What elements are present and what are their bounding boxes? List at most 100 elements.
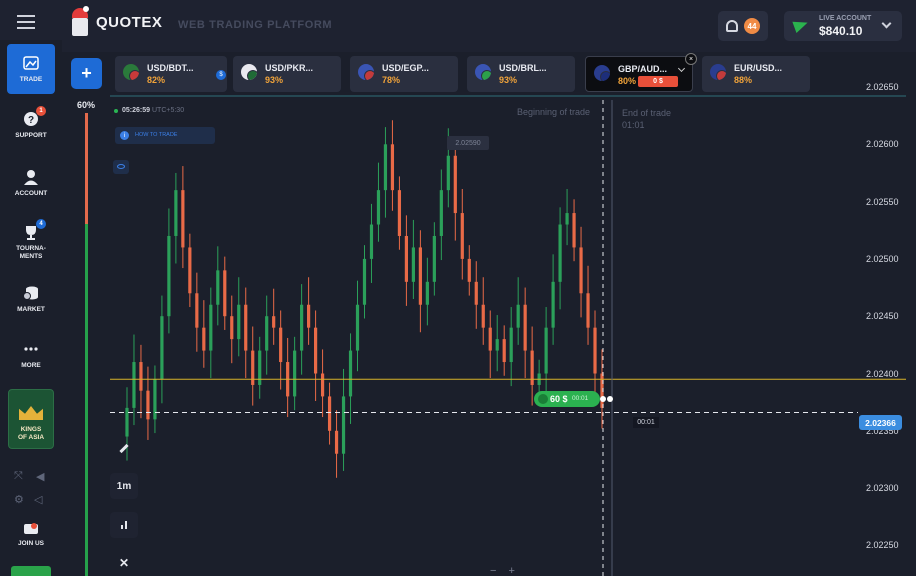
deposit-button[interactable] — [11, 566, 51, 576]
candle-body — [355, 304, 360, 351]
candle-body — [237, 304, 241, 340]
sound-icon[interactable]: ◁ — [34, 493, 42, 506]
asset-tab[interactable]: USD/BDT... 82% — [115, 56, 227, 92]
timeframe-button[interactable]: 1m — [110, 473, 138, 499]
asset-name: USD/BRL... — [499, 63, 547, 73]
expiry-time-tag: 00:01 — [633, 417, 659, 428]
candle-body — [488, 327, 492, 351]
flag-icon — [594, 65, 610, 81]
price-tick: 2.02550 — [866, 196, 899, 207]
candle-body — [202, 327, 206, 351]
crown-icon — [19, 406, 43, 420]
candle-body — [327, 396, 332, 431]
price-tick: 2.02400 — [866, 368, 899, 379]
candle-body — [544, 327, 548, 374]
candle-body — [272, 316, 276, 328]
sentiment-bar — [85, 113, 88, 576]
zoom-out-button[interactable]: − — [490, 565, 508, 576]
fullscreen-icon[interactable]: ⤧ — [14, 470, 23, 483]
asset-payout: 78% — [382, 75, 401, 85]
zoom-in-button[interactable]: + — [508, 565, 526, 576]
candle-body — [188, 247, 192, 294]
flag-icon — [358, 64, 374, 80]
candle-body — [558, 224, 562, 282]
sidebar-item-market[interactable]: MARKET — [7, 274, 55, 324]
sidebar-item-account[interactable]: ACCOUNT — [7, 158, 55, 208]
candle-body — [446, 155, 450, 191]
trading-app: QUOTEX WEB TRADING PLATFORM 44 LIVE ACCO… — [0, 0, 916, 576]
gear-icon[interactable]: ⚙ — [14, 493, 24, 506]
sidebar-item-trade[interactable]: TRADE — [7, 44, 55, 94]
candle-body — [509, 327, 513, 363]
candle-body — [153, 379, 157, 420]
end-trade-time: 01:01 — [622, 120, 645, 130]
logo[interactable]: QUOTEX — [70, 6, 163, 36]
candle-body — [209, 304, 213, 351]
bell-icon — [726, 20, 738, 32]
chevron-down-icon[interactable] — [677, 64, 686, 73]
menu-icon[interactable] — [17, 15, 35, 29]
sidebar-item-support[interactable]: ? 1 SUPPORT — [7, 100, 55, 150]
kings-label: KINGS OF ASIA — [17, 426, 45, 441]
candle-body — [397, 190, 402, 236]
indicators-button[interactable]: ✕ — [110, 550, 138, 576]
candle-body — [481, 304, 485, 328]
asset-tab[interactable]: EUR/USD... 88% — [702, 56, 810, 92]
paper-plane-icon — [792, 16, 810, 34]
sidebar-item-more[interactable]: MORE — [7, 330, 55, 380]
candle-body — [174, 190, 178, 236]
asset-name: GBP/AUD... — [618, 64, 668, 74]
candle-body — [258, 350, 262, 385]
notifications-button[interactable]: 44 — [718, 11, 768, 41]
how-to-trade-button[interactable]: i HOW TO TRADE — [115, 127, 215, 144]
price-tick: 2.02600 — [866, 139, 899, 150]
candle-body — [313, 327, 318, 374]
dots-icon — [23, 341, 39, 357]
logo-text: QUOTEX — [96, 13, 163, 31]
price-tick: 2.02500 — [866, 253, 899, 264]
indicators-icon: ✕ — [118, 556, 130, 570]
candle-body — [411, 247, 415, 282]
candle-body — [348, 350, 353, 397]
flag-icon — [123, 64, 139, 80]
asset-name: EUR/USD... — [734, 63, 783, 73]
account-selector[interactable]: LIVE ACCOUNT $840.10 — [784, 11, 902, 41]
join-us-button[interactable]: JOIN US — [10, 522, 52, 554]
chart-type-button[interactable] — [110, 512, 138, 538]
sidebar: TRADE ? 1 SUPPORT ACCOUNT 4 TOURNA-MENTS — [0, 40, 62, 576]
asset-tab[interactable]: USD/EGP... 78% — [350, 56, 458, 92]
kings-of-asia-banner[interactable]: KINGS OF ASIA — [8, 389, 54, 449]
candle-body — [516, 304, 520, 328]
candle-body — [390, 144, 395, 191]
begin-trade-label: Beginning of trade — [517, 107, 591, 117]
open-trade-pill[interactable]: 60 $ 00:01 — [534, 391, 600, 407]
asset-tab-selected[interactable]: GBP/AUD... 80% 0 $ × — [585, 53, 697, 92]
candle-body — [376, 190, 381, 225]
flag-icon — [710, 64, 726, 80]
candle-body — [334, 430, 339, 454]
time-value: 05:26:59 — [122, 107, 151, 114]
end-trade-label: End of trade 01:01 — [622, 107, 671, 131]
asset-tab[interactable]: USD/BRL... 93% — [467, 56, 575, 92]
candle-body — [132, 362, 136, 408]
santa-logo-icon — [70, 6, 90, 36]
peak-price-label: 2.02590 — [447, 136, 489, 150]
trophy-icon: 4 — [23, 218, 46, 240]
candle-body — [244, 304, 248, 351]
sidebar-item-tournaments[interactable]: 4 TOURNA-MENTS — [7, 214, 55, 270]
visibility-toggle[interactable] — [113, 160, 129, 174]
arrow-left-icon[interactable]: ◀ — [36, 470, 44, 483]
asset-tab[interactable]: USD/PKR... 93% — [233, 56, 341, 92]
candle-body — [572, 213, 576, 248]
close-icon[interactable]: × — [685, 53, 697, 65]
info-icon[interactable]: $ — [216, 70, 226, 80]
bars-icon — [121, 521, 127, 529]
candle-body — [369, 224, 374, 259]
asset-name: USD/EGP... — [382, 63, 429, 73]
info-icon: i — [120, 131, 129, 140]
candle-body — [181, 190, 185, 248]
asset-payout: 80% — [618, 76, 637, 86]
draw-tool-button[interactable] — [110, 435, 138, 461]
add-asset-button[interactable]: + — [71, 58, 102, 89]
server-time: 05:26:59 UTC+5:30 — [122, 107, 184, 114]
